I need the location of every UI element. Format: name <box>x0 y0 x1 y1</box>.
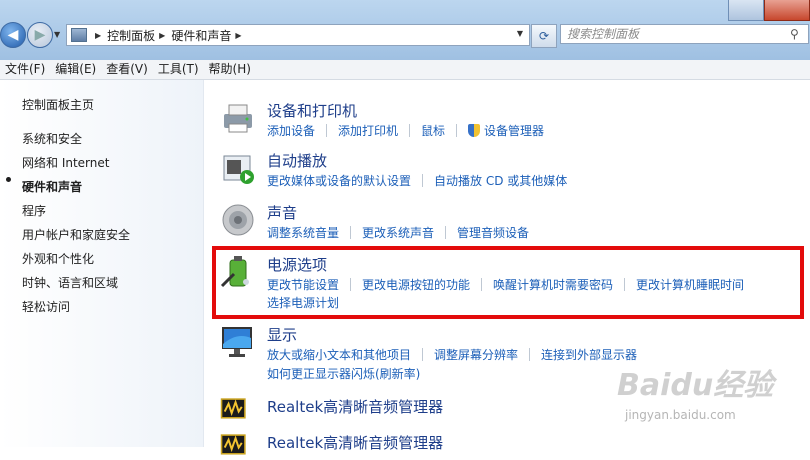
task-mouse[interactable]: 鼠标 <box>421 122 445 139</box>
printer-icon[interactable] <box>220 100 256 136</box>
task-row: 添加设备 添加打印机 鼠标 设备管理器 <box>267 122 544 139</box>
title-bar: ◀ ▶ ▼ ▶ 控制面板 ▶ 硬件和声音 ▶ ▼ ⟳ ⚲ <box>0 0 810 60</box>
sidebar-item-ease-of-access[interactable]: 轻松访问 <box>22 298 70 315</box>
menu-edit[interactable]: 编辑(E) <box>50 60 101 79</box>
menu-file[interactable]: 文件(F) <box>0 60 50 79</box>
sidebar-item-user-accounts[interactable]: 用户帐户和家庭安全 <box>22 226 130 243</box>
window-controls <box>728 0 810 21</box>
breadcrumb-arrow-icon[interactable]: ▶ <box>235 31 241 40</box>
refresh-button[interactable]: ⟳ <box>531 24 557 48</box>
breadcrumb-control-panel[interactable]: 控制面板 <box>107 27 155 44</box>
search-input[interactable] <box>560 24 809 44</box>
autoplay-icon[interactable] <box>220 150 256 186</box>
divider <box>409 124 411 137</box>
task-row: 如何更正显示器闪烁(刷新率) <box>267 365 420 382</box>
category-title-realtek[interactable]: Realtek高清晰音频管理器 <box>267 432 443 453</box>
sidebar-item-appearance[interactable]: 外观和个性化 <box>22 250 94 267</box>
task-add-device[interactable]: 添加设备 <box>267 122 315 139</box>
sidebar: 控制面板主页 系统和安全 网络和 Internet 硬件和声音 程序 用户帐户和… <box>0 80 204 447</box>
task-fix-flicker[interactable]: 如何更正显示器闪烁(刷新率) <box>267 365 420 382</box>
task-row: 放大或缩小文本和其他项目 调整屏幕分辨率 连接到外部显示器 <box>267 346 637 363</box>
close-button[interactable] <box>764 0 810 21</box>
category-title-power[interactable]: 电源选项 <box>267 254 327 275</box>
category-title-realtek[interactable]: Realtek高清晰音频管理器 <box>267 396 443 417</box>
task-row: 更改媒体或设备的默认设置 自动播放 CD 或其他媒体 <box>267 172 567 189</box>
sidebar-item-programs[interactable]: 程序 <box>22 202 46 219</box>
arrow-right-icon: ▶ <box>34 27 46 43</box>
task-choose-power-plan[interactable]: 选择电源计划 <box>267 294 339 311</box>
back-button[interactable]: ◀ <box>0 22 26 48</box>
menu-tools[interactable]: 工具(T) <box>153 60 204 79</box>
category-title-autoplay[interactable]: 自动播放 <box>267 150 327 171</box>
control-panel-icon <box>71 28 87 42</box>
sidebar-item-hardware[interactable]: 硬件和声音 <box>22 178 82 195</box>
task-external-display[interactable]: 连接到外部显示器 <box>541 346 637 363</box>
minimize-button[interactable] <box>728 0 764 21</box>
sidebar-item-security[interactable]: 系统和安全 <box>22 130 82 147</box>
arrow-left-icon: ◀ <box>7 27 19 43</box>
task-require-password-wake[interactable]: 唤醒计算机时需要密码 <box>493 276 613 293</box>
task-change-media-defaults[interactable]: 更改媒体或设备的默认设置 <box>267 172 411 189</box>
task-row: 更改节能设置 更改电源按钮的功能 唤醒计算机时需要密码 更改计算机睡眠时间 <box>267 276 744 293</box>
active-bullet-icon <box>6 177 11 182</box>
task-row: 调整系统音量 更改系统声音 管理音频设备 <box>267 224 529 241</box>
divider <box>445 226 447 239</box>
divider <box>624 278 626 291</box>
task-manage-audio-devices[interactable]: 管理音频设备 <box>457 224 529 241</box>
task-adjust-volume[interactable]: 调整系统音量 <box>267 224 339 241</box>
task-row: 选择电源计划 <box>267 294 339 311</box>
divider <box>422 174 424 187</box>
forward-button[interactable]: ▶ <box>27 22 53 48</box>
divider <box>529 348 531 361</box>
uac-shield-icon <box>468 124 481 137</box>
task-device-manager[interactable]: 设备管理器 <box>484 122 544 139</box>
refresh-icon: ⟳ <box>538 29 550 43</box>
category-title-sound[interactable]: 声音 <box>267 202 297 223</box>
menu-help[interactable]: 帮助(H) <box>204 60 256 79</box>
breadcrumb-arrow-icon[interactable]: ▶ <box>95 31 101 40</box>
task-change-sleep-time[interactable]: 更改计算机睡眠时间 <box>636 276 744 293</box>
menu-bar: 文件(F) 编辑(E) 查看(V) 工具(T) 帮助(H) <box>0 60 810 80</box>
task-change-power-saving[interactable]: 更改节能设置 <box>267 276 339 293</box>
breadcrumb-arrow-icon[interactable]: ▶ <box>159 31 165 40</box>
task-text-size[interactable]: 放大或缩小文本和其他项目 <box>267 346 411 363</box>
task-change-system-sounds[interactable]: 更改系统声音 <box>362 224 434 241</box>
speaker-icon[interactable] <box>220 202 256 238</box>
realtek-icon[interactable] <box>220 396 248 424</box>
divider <box>422 348 424 361</box>
divider <box>456 124 458 137</box>
divider <box>481 278 483 291</box>
realtek-icon[interactable] <box>220 432 248 460</box>
task-screen-resolution[interactable]: 调整屏幕分辨率 <box>434 346 518 363</box>
sidebar-item-clock-language[interactable]: 时钟、语言和区域 <box>22 274 118 291</box>
breadcrumb-hardware-sound[interactable]: 硬件和声音 <box>171 27 231 44</box>
category-title-devices[interactable]: 设备和打印机 <box>267 100 357 121</box>
search-icon[interactable]: ⚲ <box>790 27 799 41</box>
chevron-down-icon[interactable]: ▼ <box>517 29 523 38</box>
divider <box>326 124 328 137</box>
sidebar-item-network[interactable]: 网络和 Internet <box>22 154 109 171</box>
task-autoplay-cd[interactable]: 自动播放 CD 或其他媒体 <box>434 172 567 189</box>
category-title-display[interactable]: 显示 <box>267 324 297 345</box>
address-bar[interactable]: ▶ 控制面板 ▶ 硬件和声音 ▶ ▼ <box>66 24 530 46</box>
chevron-down-icon[interactable]: ▼ <box>54 30 60 39</box>
battery-icon[interactable] <box>220 254 256 290</box>
divider <box>350 278 352 291</box>
menu-view[interactable]: 查看(V) <box>101 60 153 79</box>
divider <box>350 226 352 239</box>
sidebar-item-home[interactable]: 控制面板主页 <box>22 96 94 113</box>
monitor-icon[interactable] <box>220 324 256 360</box>
task-add-printer[interactable]: 添加打印机 <box>338 122 398 139</box>
task-power-button-function[interactable]: 更改电源按钮的功能 <box>362 276 470 293</box>
main-content: 设备和打印机 添加设备 添加打印机 鼠标 设备管理器 自动播放 更改媒体或设备的… <box>204 80 810 455</box>
